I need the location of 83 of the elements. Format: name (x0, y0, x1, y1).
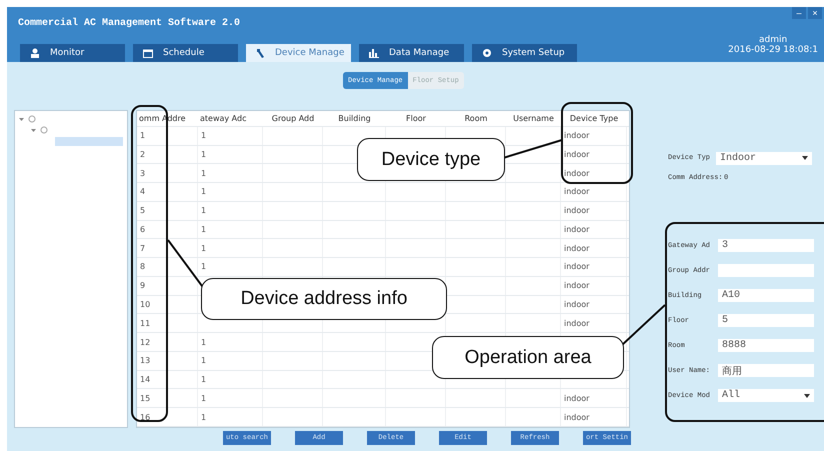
table-cell: 12 (137, 333, 198, 351)
node-icon[interactable] (40, 126, 48, 134)
date-time: 2016-08-29 18:08:1 (728, 45, 818, 55)
table-cell: indoor (561, 126, 627, 144)
tab[interactable]: Monitor (20, 44, 125, 62)
column-header: Username (512, 112, 555, 125)
table-cell: 1 (198, 164, 263, 182)
table-cell: 6 (137, 220, 198, 238)
table-cell: 15 (137, 389, 198, 408)
close-button[interactable]: × (808, 7, 822, 19)
minimize-button[interactable]: – (792, 7, 806, 19)
table-cell: 8 (137, 258, 198, 276)
table-cell: 13 (137, 352, 198, 370)
dropdown[interactable]: Indoor (716, 152, 812, 164)
table-cell: indoor (561, 202, 627, 220)
tab[interactable]: Schedule (133, 44, 238, 62)
table-cell: 1 (198, 258, 263, 276)
user-name: admin (758, 35, 788, 45)
column-header: Floor (405, 112, 427, 125)
tab[interactable]: Data Manage (359, 44, 464, 62)
input-field[interactable]: A10 (718, 289, 814, 302)
table-cell: 14 (137, 370, 198, 388)
table-cell: 1 (198, 408, 263, 426)
table-cell: indoor (561, 276, 627, 295)
table-cell: indoor (561, 314, 627, 332)
bar-chart-icon (369, 48, 379, 58)
window-title: Commercial AC Management Software 2.0 (18, 18, 240, 29)
table-cell: 1 (198, 202, 263, 220)
gear-icon (482, 48, 492, 58)
callout-label: Operation area (432, 336, 624, 379)
table-cell: indoor (561, 220, 627, 238)
table-cell: 9 (137, 276, 198, 295)
table-cell: 1 (198, 333, 263, 351)
node-icon[interactable] (28, 115, 36, 123)
table-cell: 10 (137, 296, 198, 314)
table-cell: 1 (198, 146, 263, 164)
input-field[interactable]: 8888 (718, 339, 814, 352)
table-cell: 3 (137, 164, 198, 182)
person-icon (30, 48, 40, 58)
dropdown[interactable]: All (718, 389, 814, 402)
table-cell: indoor (561, 183, 627, 201)
leader-line (502, 139, 562, 159)
callout-label: Device type (357, 138, 505, 181)
table-cell: 1 (198, 126, 263, 144)
table-cell: 11 (137, 314, 198, 332)
table-cell: 1 (137, 126, 198, 144)
column-header: Building (337, 112, 372, 125)
table-cell: indoor (561, 146, 627, 164)
table-cell: indoor (561, 389, 627, 408)
table-cell: indoor (561, 296, 627, 314)
column-header: Group Add (270, 112, 316, 125)
column-header: Device Type (568, 112, 620, 125)
tab[interactable]: System Setup (472, 44, 577, 62)
table-cell: indoor (561, 164, 627, 182)
table-cell: 7 (137, 239, 198, 258)
table-cell: 4 (137, 183, 198, 201)
column-header: ateway Adc (199, 112, 248, 125)
table-cell: 1 (198, 352, 263, 370)
table-cell: 1 (198, 370, 263, 388)
input-field[interactable]: 5 (718, 314, 814, 327)
table-cell: 1 (198, 389, 263, 408)
input-field[interactable]: 3 (718, 239, 814, 252)
caret-icon (804, 394, 810, 398)
table-cell: indoor (561, 408, 627, 426)
table-cell: indoor (561, 239, 627, 258)
column-header: Room (464, 112, 488, 125)
calendar-icon (143, 48, 153, 58)
table-cell: 16 (137, 408, 198, 426)
input-field[interactable]: 商用 (718, 364, 814, 377)
table-cell: 2 (137, 146, 198, 164)
table-cell: 5 (137, 202, 198, 220)
tab[interactable]: Device Manage (246, 44, 351, 62)
table-cell: indoor (561, 258, 627, 276)
leader-line (621, 304, 666, 346)
table-cell: 1 (198, 220, 263, 238)
table-cell: 1 (198, 239, 263, 258)
input-field[interactable] (718, 264, 814, 277)
expander-icon[interactable] (19, 116, 24, 122)
wrench-icon (256, 48, 265, 58)
callout-label: Device address info (201, 278, 447, 320)
expander-icon[interactable] (31, 128, 36, 132)
caret-icon (802, 156, 808, 160)
table-cell: 1 (198, 183, 263, 201)
